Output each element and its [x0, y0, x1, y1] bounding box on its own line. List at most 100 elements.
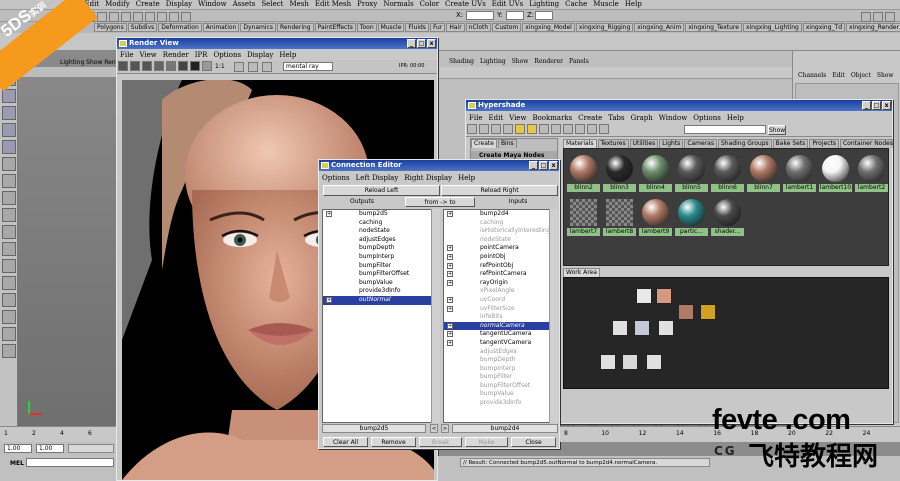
input-attribute-row[interactable]: isHistoricallyInteresting: [444, 227, 557, 236]
tab-cameras[interactable]: Cameras: [684, 139, 717, 148]
scale-icon[interactable]: [2, 140, 16, 154]
connection-editor-menu-options[interactable]: Options: [322, 174, 350, 182]
toggle-create-bar-icon[interactable]: [467, 124, 477, 134]
tab-lights[interactable]: Lights: [659, 139, 684, 148]
rgb-channel-icon[interactable]: [178, 61, 188, 71]
shelf-tab-xingxing-model[interactable]: xingxing_Model: [522, 23, 575, 32]
input-attribute-row[interactable]: + normalCamera: [444, 321, 557, 331]
input-attribute-row[interactable]: bumpValue: [444, 390, 557, 399]
bump-node[interactable]: [646, 354, 662, 370]
refresh-icon[interactable]: [166, 61, 176, 71]
material-swatch[interactable]: partic...: [675, 196, 708, 236]
snap-curve-icon[interactable]: [121, 12, 131, 22]
four-view-icon[interactable]: [2, 242, 16, 256]
scroll-left-arrow[interactable]: <: [430, 424, 438, 433]
close-editor-button[interactable]: Close: [511, 437, 556, 447]
ipr-icon[interactable]: [169, 12, 179, 22]
alpha-channel-icon[interactable]: [190, 61, 200, 71]
panel-menu-lighting[interactable]: Lighting: [480, 58, 506, 65]
input-attribute-row[interactable]: + pointObj: [444, 253, 557, 262]
connection-editor-menu-left-display[interactable]: Left Display: [356, 174, 399, 182]
material-swatch[interactable]: blinn4: [639, 152, 672, 192]
file-texture-node[interactable]: [656, 288, 672, 304]
output-attribute-row[interactable]: + bump2d5: [323, 210, 439, 219]
hypershade-menu-tabs[interactable]: Tabs: [608, 114, 624, 122]
input-attribute-row[interactable]: + refPointCamera: [444, 270, 557, 279]
material-swatch[interactable]: blinn7: [747, 152, 780, 192]
hypershade-search-field[interactable]: [684, 125, 766, 134]
menu-color[interactable]: Color: [420, 0, 439, 8]
input-attribute-row[interactable]: adjustEdges: [444, 348, 557, 357]
inputs-list[interactable]: + bump2d4 caching isHistoricallyInteresting…: [443, 209, 558, 423]
input-attribute-row[interactable]: nodeState: [444, 236, 557, 245]
tab-create[interactable]: Create: [471, 139, 497, 148]
shelf-tab-xingxing-td[interactable]: xingxing_Td: [802, 23, 846, 32]
render-view-titlebar[interactable]: Render View _ □ x: [117, 38, 437, 49]
menu-display[interactable]: Display: [166, 0, 192, 8]
shelf-tab-xingxing-anim[interactable]: xingxing_Anim: [634, 23, 685, 32]
paint-select-icon[interactable]: [2, 89, 16, 103]
panel-menu-shading[interactable]: Shading: [449, 58, 474, 65]
universal-manipulator-icon[interactable]: [2, 157, 16, 171]
shelf-tab-subdivs[interactable]: Subdivs: [127, 23, 158, 32]
hypershade-menu-window[interactable]: Window: [659, 114, 688, 122]
persp-outliner-icon[interactable]: [2, 259, 16, 273]
expand-icon[interactable]: +: [447, 279, 453, 286]
tab-textures[interactable]: Textures: [597, 139, 629, 148]
input-attribute-row[interactable]: + rayOrigin: [444, 279, 557, 288]
input-attribute-row[interactable]: + uvFilterSize: [444, 305, 557, 314]
expand-icon[interactable]: +: [447, 262, 453, 269]
panel-menu-show[interactable]: Show: [512, 58, 529, 65]
last-tool-icon[interactable]: [2, 208, 16, 222]
coord-z-field[interactable]: [535, 11, 553, 20]
single-view-icon[interactable]: [2, 225, 16, 239]
menu-window[interactable]: Window: [198, 0, 227, 8]
menu-modify[interactable]: Modify: [105, 0, 130, 8]
expand-icon[interactable]: +: [447, 253, 453, 260]
real-size-icon[interactable]: [202, 61, 212, 71]
show-manipulator-icon[interactable]: [2, 191, 16, 205]
output-connections-icon[interactable]: [599, 124, 609, 134]
hypershade-menu-bookmarks[interactable]: Bookmarks: [532, 114, 572, 122]
panel-menu-renderer[interactable]: Renderer: [534, 58, 563, 65]
outliner-icon[interactable]: [2, 310, 16, 324]
output-attribute-row[interactable]: adjustEdges: [323, 236, 439, 245]
connection-editor-titlebar[interactable]: Connection Editor _ □ x: [319, 160, 559, 171]
channel-box-menu-object[interactable]: Object: [851, 72, 871, 79]
io-connections-icon[interactable]: [587, 124, 597, 134]
hypershade-menu-graph[interactable]: Graph: [631, 114, 653, 122]
renderer-select[interactable]: mental ray: [283, 62, 333, 71]
reload-left-button[interactable]: Reload Left: [323, 185, 440, 196]
rotate-icon[interactable]: [2, 123, 16, 137]
channel-box-menu-channels[interactable]: Channels: [798, 72, 826, 79]
clear-all-button[interactable]: Clear All: [323, 437, 368, 447]
expand-icon[interactable]: +: [447, 271, 453, 278]
keep-image-icon[interactable]: [234, 62, 244, 72]
attribute-editor-icon[interactable]: [861, 12, 871, 22]
input-attribute-row[interactable]: + tangentVCamera: [444, 339, 557, 348]
render-view-menu-view[interactable]: View: [139, 51, 156, 59]
reload-right-button[interactable]: Reload Right: [441, 185, 558, 196]
menu-proxy[interactable]: Proxy: [357, 0, 377, 8]
expand-icon[interactable]: +: [447, 322, 453, 329]
expand-icon[interactable]: +: [447, 296, 453, 303]
input-attribute-row[interactable]: provide3dInfo: [444, 399, 557, 408]
output-attribute-row[interactable]: bumpValue: [323, 279, 439, 288]
hypershade-menu-edit[interactable]: Edit: [488, 114, 503, 122]
material-swatch[interactable]: blinn6: [711, 152, 744, 192]
input-attribute-row[interactable]: caching: [444, 219, 557, 228]
material-swatch[interactable]: lambert10: [819, 152, 852, 192]
hypershade-menu-options[interactable]: Options: [693, 114, 721, 122]
break-button[interactable]: Break: [419, 437, 462, 447]
menu-edit-uvs[interactable]: Edit UVs: [492, 0, 523, 8]
input-attribute-row[interactable]: + uvCoord: [444, 296, 557, 305]
input-attribute-row[interactable]: xPixelAngle: [444, 287, 557, 296]
inputs-scrollbar[interactable]: [549, 209, 558, 423]
render-view-menu-options[interactable]: Options: [213, 51, 241, 59]
expand-icon[interactable]: +: [447, 331, 453, 338]
script-editor-icon[interactable]: [2, 327, 16, 341]
tab-work-area[interactable]: Work Area: [563, 268, 600, 277]
tab-materials[interactable]: Materials: [563, 139, 597, 148]
shelf-tab-custom[interactable]: Custom: [492, 23, 522, 32]
input-attribute-row[interactable]: bumpDepth: [444, 356, 557, 365]
